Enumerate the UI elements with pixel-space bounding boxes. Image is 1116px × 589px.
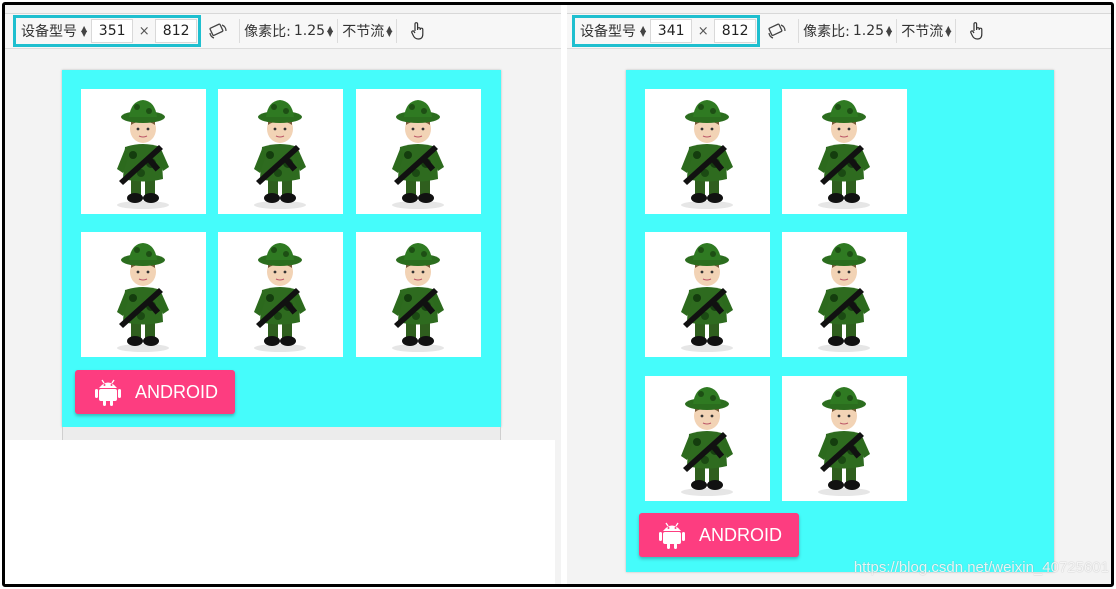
left-height-input[interactable]: 812: [155, 19, 198, 43]
soldier-figure-image: [645, 376, 770, 501]
right-image-tile: [645, 89, 770, 214]
screenshot-frame: 设备型号 ▲▼ 351 × 812 像素比: 1.25 ▲▼ 不节流 ▲▼: [2, 2, 1114, 587]
left-image-tile: [81, 89, 206, 214]
right-image-tile: [645, 232, 770, 357]
right-device-label: 设备型号: [580, 24, 636, 40]
left-device-select-arrow-icon: ▲ ▼: [81, 24, 88, 38]
soldier-figure-image: [356, 89, 481, 214]
right-device-toolbar: 设备型号 ▲ ▼ 341 × 812 像素比: 1.25 ▲ ▼ 不节流 ▲ ▼: [567, 13, 1111, 49]
soldier-figure-image: [782, 376, 907, 501]
right-throttle-arrow-icon: ▲ ▼: [945, 24, 952, 38]
android-icon: [659, 520, 685, 550]
right-toolbar-divider: [798, 19, 800, 43]
right-image-tile: [782, 376, 907, 501]
right-image-tile: [782, 232, 907, 357]
left-dpr-select[interactable]: 像素比: 1.25 ▲ ▼: [244, 19, 333, 43]
soldier-figure-image: [356, 232, 481, 357]
left-dpr-label: 像素比:: [244, 24, 291, 40]
soldier-figure-image: [81, 89, 206, 214]
left-page-viewport: ANDROID: [62, 70, 501, 427]
right-throttle-select[interactable]: 不节流 ▲ ▼: [901, 19, 951, 43]
right-width-input[interactable]: 341: [650, 19, 693, 43]
right-device-panel: 设备型号 ▲▼ 341 × 812 像素比: 1.25 ▲▼ 不节流 ▲▼: [567, 5, 1111, 584]
left-image-tile: [218, 232, 343, 357]
watermark: https://blog.csdn.net/weixin_40725601: [853, 559, 1109, 576]
left-toolbar-divider: [239, 19, 241, 43]
soldier-figure-image: [81, 232, 206, 357]
left-image-tile: [356, 89, 481, 214]
soldier-figure-image: [645, 232, 770, 357]
right-rotate-device-icon[interactable]: [764, 18, 790, 44]
left-image-tile: [218, 89, 343, 214]
right-page-viewport: ANDROID: [626, 70, 1054, 572]
right-times-sign: ×: [697, 23, 709, 39]
left-device-label: 设备型号: [21, 24, 77, 40]
right-image-tile: [645, 376, 770, 501]
right-image-tile: [782, 89, 907, 214]
left-touch-hand-icon[interactable]: [405, 18, 431, 44]
left-rotate-device-icon[interactable]: [205, 18, 231, 44]
right-device-size-group: 设备型号 ▲ ▼ 341 × 812: [572, 15, 761, 47]
left-device-select[interactable]: 设备型号 ▲ ▼: [17, 19, 91, 43]
left-android-button-label: ANDROID: [135, 381, 219, 402]
left-android-button[interactable]: ANDROID: [75, 370, 235, 414]
left-times-sign: ×: [138, 23, 150, 39]
right-toolbar-divider-3: [955, 19, 957, 43]
soldier-figure-image: [218, 232, 343, 357]
left-image-tile: [356, 232, 481, 357]
left-device-toolbar: 设备型号 ▲ ▼ 351 × 812 像素比: 1.25 ▲ ▼ 不节流 ▲ ▼: [5, 13, 561, 49]
soldier-figure-image: [645, 89, 770, 214]
right-touch-hand-icon[interactable]: [964, 18, 990, 44]
left-image-tile: [81, 232, 206, 357]
android-icon: [95, 377, 121, 407]
left-device-panel: 设备型号 ▲▼ 351 × 812 像素比: 1.25 ▲▼ 不节流 ▲▼: [5, 5, 561, 584]
right-dpr-select[interactable]: 像素比: 1.25 ▲ ▼: [803, 19, 892, 43]
left-blank-area: [5, 440, 555, 584]
right-device-select-arrow-icon: ▲ ▼: [640, 24, 647, 38]
right-android-button[interactable]: ANDROID: [639, 513, 799, 557]
soldier-figure-image: [782, 89, 907, 214]
right-device-select[interactable]: 设备型号 ▲ ▼: [576, 19, 650, 43]
right-toolbar-divider-2: [896, 19, 898, 43]
right-android-button-label: ANDROID: [699, 524, 783, 545]
right-dpr-label: 像素比:: [803, 24, 850, 40]
left-toolbar-divider-2: [337, 19, 339, 43]
left-throttle-arrow-icon: ▲ ▼: [386, 24, 393, 38]
left-dpr-value: 1.25: [293, 23, 326, 39]
left-device-size-group: 设备型号 ▲ ▼ 351 × 812: [13, 15, 202, 47]
left-page-bottom-edge: [62, 427, 501, 441]
soldier-figure-image: [218, 89, 343, 214]
left-width-input[interactable]: 351: [91, 19, 134, 43]
left-toolbar-divider-3: [396, 19, 398, 43]
left-dpr-arrow-icon: ▲ ▼: [327, 24, 334, 38]
soldier-figure-image: [782, 232, 907, 357]
right-dpr-arrow-icon: ▲ ▼: [886, 24, 893, 38]
right-dpr-value: 1.25: [852, 23, 885, 39]
right-throttle-label: 不节流: [901, 24, 944, 40]
left-throttle-label: 不节流: [342, 24, 385, 40]
left-throttle-select[interactable]: 不节流 ▲ ▼: [342, 19, 392, 43]
right-height-input[interactable]: 812: [714, 19, 757, 43]
